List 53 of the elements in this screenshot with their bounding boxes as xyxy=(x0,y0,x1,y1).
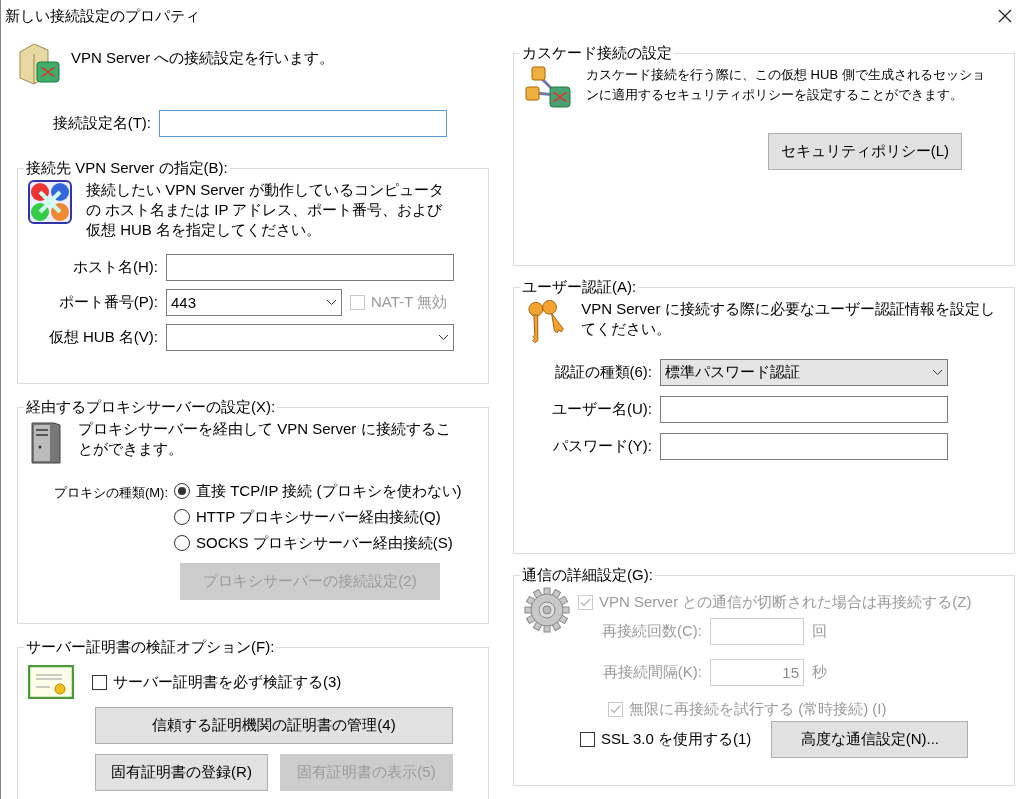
gear-icon xyxy=(524,587,570,633)
field-label: 接続設定名(T): xyxy=(51,114,151,133)
number-field[interactable] xyxy=(710,618,804,645)
field-label: 再接続間隔(K): xyxy=(601,663,702,682)
field-label: ポート番号(P): xyxy=(57,293,158,312)
field-label: 再接続回数(C): xyxy=(601,622,702,641)
description-text: カスケード接続を行う際に、この仮想 HUB 側で生成されるセッションに適用するセキュリティポリシーを設定することができます。 xyxy=(586,66,986,104)
text-field[interactable] xyxy=(166,254,454,281)
hub-icon xyxy=(28,180,72,224)
text-field[interactable] xyxy=(159,110,447,137)
text-field[interactable] xyxy=(660,433,948,460)
checkbox[interactable]: SSL 3.0 を使用する(1) xyxy=(580,730,752,749)
checkbox[interactable]: サーバー証明書を必ず検証する(3) xyxy=(92,672,342,692)
unit-label: 回 xyxy=(812,622,828,641)
chevron-down-icon xyxy=(932,369,943,376)
group-title: サーバー証明書の検証オプション(F): xyxy=(25,638,276,657)
description-text: VPN Server に接続する際に必要なユーザー認証情報を設定してください。 xyxy=(581,299,996,339)
security-policy-button[interactable]: セキュリティポリシー(L) xyxy=(767,133,962,170)
chevron-down-icon xyxy=(326,299,337,306)
certificate-button[interactable]: 信頼する証明機関の証明書の管理(4) xyxy=(95,707,453,744)
certificate-icon xyxy=(28,665,74,699)
field-label: ユーザー名(U): xyxy=(551,400,652,419)
radio-option[interactable]: SOCKS プロキシサーバー経由接続(S) xyxy=(174,533,478,553)
advanced-settings-button[interactable]: 高度な通信設定(N)... xyxy=(771,721,969,758)
group-title: 接続先 VPN Server の指定(B): xyxy=(25,159,229,178)
chevron-down-icon xyxy=(438,334,449,341)
window-title: 新しい接続設定のプロパティ xyxy=(5,6,200,26)
dropdown[interactable]: 標準パスワード認証 xyxy=(660,359,948,386)
header-text: VPN Server への接続設定を行います。 xyxy=(71,48,335,68)
computer-tower-icon xyxy=(28,419,64,465)
combo-box[interactable] xyxy=(166,324,454,351)
group-title: 通信の詳細設定(G): xyxy=(521,566,654,585)
text-field[interactable] xyxy=(660,396,948,423)
radio-option[interactable]: HTTP プロキシサーバー経由接続(Q) xyxy=(174,507,478,527)
field-label: プロキシの種類(M): xyxy=(52,484,168,502)
field-label: 認証の種類(6): xyxy=(553,363,652,382)
group-title: 経由するプロキシサーバーの設定(X): xyxy=(25,398,277,417)
close-icon[interactable] xyxy=(998,9,1012,23)
field-label: ホスト名(H): xyxy=(72,258,158,277)
unit-label: 秒 xyxy=(812,663,828,682)
field-label: 仮想 HUB 名(V): xyxy=(47,328,158,347)
description-text: プロキシサーバーを経由して VPN Server に接続することができます。 xyxy=(78,419,452,459)
group-title: ユーザー認証(A): xyxy=(521,278,638,297)
checkmark-icon xyxy=(580,598,591,607)
group-title: カスケード接続の設定 xyxy=(521,44,673,63)
option-label: SOCKS プロキシサーバー経由接続(S) xyxy=(196,533,453,553)
certificate-button[interactable]: 固有証明書の登録(R) xyxy=(95,754,268,791)
field-label: パスワード(Y): xyxy=(551,437,652,456)
combo-box[interactable]: 443 xyxy=(166,289,342,316)
checkmark-icon xyxy=(610,705,621,714)
description-text: 接続したい VPN Server が動作しているコンピュータの ホスト名または IP アドレス、ポート番号、および仮想 HUB 名を指定してください。 xyxy=(86,180,445,240)
cascade-network-icon xyxy=(524,65,572,111)
option-label: HTTP プロキシサーバー経由接続(Q) xyxy=(196,507,441,527)
